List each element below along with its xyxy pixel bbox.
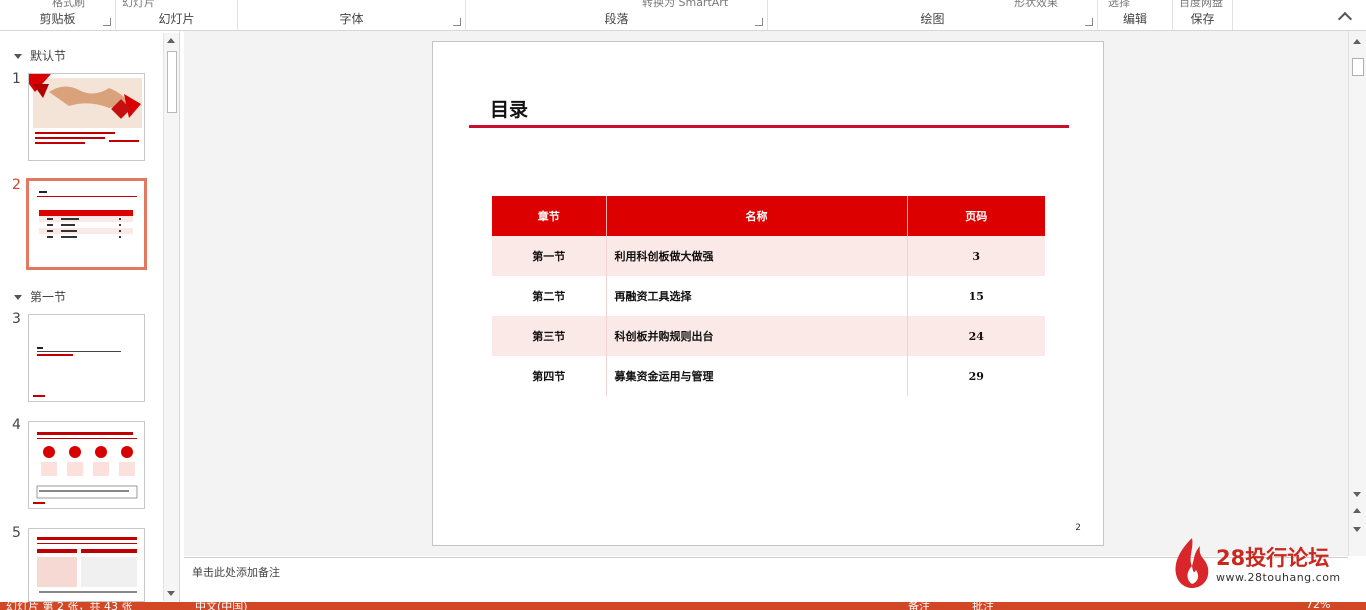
collapse-ribbon-icon[interactable] <box>1337 11 1353 27</box>
comments-toggle-button[interactable]: 批注 <box>972 602 994 610</box>
scrollbar-thumb[interactable] <box>167 51 177 113</box>
flame-logo-icon <box>1175 538 1209 588</box>
convert-smartart-button[interactable]: 转换为 SmartArt <box>642 0 728 10</box>
cell-name: 再融资工具选择 <box>605 276 907 316</box>
slide-2-preview <box>29 181 144 267</box>
table-row: 第四节 募集资金运用与管理 29 <box>492 356 1045 396</box>
ribbon-group-paragraph: 转换为 SmartArt 段落 <box>466 0 768 30</box>
ribbon-group-save: 百度网盘 保存 <box>1173 0 1233 30</box>
watermark-name: 28投行论坛 <box>1216 546 1330 570</box>
header-name: 名称 <box>605 196 907 236</box>
baidu-netdisk-button[interactable]: 百度网盘 <box>1179 0 1223 10</box>
cell-name: 科创板并购规则出台 <box>605 316 907 356</box>
slide-thumbnail-1[interactable] <box>28 73 145 161</box>
slide-thumbnail-3[interactable] <box>28 314 145 402</box>
cell-name: 募集资金运用与管理 <box>605 356 907 396</box>
ribbon-group-label: 绘图 <box>920 12 945 26</box>
slide-title[interactable]: 目录 <box>490 95 528 122</box>
ribbon-group-slides: 幻灯片 幻灯片 <box>116 0 238 30</box>
ribbon-group-label: 段落 <box>604 12 629 26</box>
ribbon-group-label: 保存 <box>1190 12 1215 26</box>
dialog-launcher-icon[interactable] <box>103 18 111 26</box>
scroll-down-icon[interactable] <box>1353 492 1361 497</box>
title-underline <box>469 125 1069 128</box>
language-status[interactable]: 中文(中国) <box>195 602 248 610</box>
slide-editing-canvas: 目录 章节 名称 页码 第一节 利用科创板做大做强 3 第二节 再融资工具选择 … <box>184 31 1348 556</box>
table-row: 第三节 科创板并购规则出台 24 <box>492 316 1045 356</box>
zoom-level[interactable]: 72% <box>1306 602 1330 610</box>
thumbnail-scrollbar[interactable] <box>163 33 179 601</box>
cell-chapter: 第三节 <box>492 316 606 356</box>
ribbon-group-clipboard: 格式刷 剪贴板 <box>0 0 116 30</box>
ribbon-group-label: 字体 <box>339 12 364 26</box>
table-of-contents[interactable]: 章节 名称 页码 第一节 利用科创板做大做强 3 第二节 再融资工具选择 15 … <box>492 196 1045 396</box>
slide-1-preview <box>29 74 144 160</box>
cell-page: 3 <box>906 236 1045 276</box>
cell-chapter: 第一节 <box>492 236 606 276</box>
slide-thumbnail-5[interactable] <box>28 528 145 602</box>
previous-slide-icon[interactable] <box>1353 508 1361 513</box>
notes-placeholder[interactable]: 单击此处添加备注 <box>192 564 280 580</box>
scroll-up-icon[interactable] <box>1353 39 1361 44</box>
ribbon-group-editing: 选择 编辑 <box>1098 0 1173 30</box>
slide-number: 2 <box>12 177 21 193</box>
slide-4-preview <box>29 422 144 508</box>
table-header-row: 章节 名称 页码 <box>492 196 1045 236</box>
header-chapter: 章节 <box>492 196 606 236</box>
cell-page: 15 <box>906 276 1045 316</box>
slide-5-preview <box>29 529 144 601</box>
slide-number: 3 <box>12 311 21 327</box>
status-bar: 幻灯片 第 2 张，共 43 张 中文(中国) 备注 批注 72% <box>0 602 1366 610</box>
section-header-default[interactable]: 默认节 <box>14 47 66 64</box>
slide-page-number: 2 <box>1075 523 1081 533</box>
new-slide-button[interactable]: 幻灯片 <box>122 0 155 10</box>
current-slide[interactable]: 目录 章节 名称 页码 第一节 利用科创板做大做强 3 第二节 再融资工具选择 … <box>432 41 1104 546</box>
table-row: 第二节 再融资工具选择 15 <box>492 276 1045 316</box>
slide-count-status: 幻灯片 第 2 张，共 43 张 <box>6 602 133 610</box>
slide-thumbnail-2[interactable] <box>26 178 147 270</box>
dialog-launcher-icon[interactable] <box>453 18 461 26</box>
format-painter-button[interactable]: 格式刷 <box>52 0 85 10</box>
collapse-section-icon[interactable] <box>14 54 22 59</box>
collapse-section-icon[interactable] <box>14 295 22 300</box>
ribbon: 格式刷 剪贴板 幻灯片 幻灯片 字体 转换为 SmartArt 段落 形状效果 … <box>0 0 1366 31</box>
next-slide-icon[interactable] <box>1353 527 1361 532</box>
select-button[interactable]: 选择 <box>1108 0 1130 10</box>
watermark-url: www.28touhang.com <box>1216 571 1341 584</box>
dialog-launcher-icon[interactable] <box>1085 18 1093 26</box>
slide-3-preview <box>29 315 144 401</box>
cell-page: 24 <box>906 316 1045 356</box>
ribbon-group-label: 编辑 <box>1122 12 1147 26</box>
cell-page: 29 <box>906 356 1045 396</box>
slide-thumbnail-4[interactable] <box>28 421 145 509</box>
header-page: 页码 <box>906 196 1045 236</box>
notes-toggle-button[interactable]: 备注 <box>908 602 930 610</box>
watermark: 28投行论坛 www.28touhang.com <box>1172 536 1352 588</box>
cell-chapter: 第四节 <box>492 356 606 396</box>
scroll-up-icon[interactable] <box>167 38 175 43</box>
slide-thumbnail-pane: 默认节 1 2 第一节 3 4 5 <box>0 31 180 602</box>
ribbon-group-label: 剪贴板 <box>39 12 76 26</box>
canvas-scrollbar[interactable] <box>1348 31 1366 556</box>
ribbon-group-label: 幻灯片 <box>158 12 195 26</box>
section-header-first[interactable]: 第一节 <box>14 288 66 305</box>
cell-name: 利用科创板做大做强 <box>605 236 907 276</box>
dialog-launcher-icon[interactable] <box>755 18 763 26</box>
slide-number: 5 <box>12 525 21 541</box>
slide-number: 4 <box>12 417 21 433</box>
scroll-down-icon[interactable] <box>167 591 175 596</box>
cell-chapter: 第二节 <box>492 276 606 316</box>
ribbon-group-font: 字体 <box>238 0 466 30</box>
ribbon-group-drawing: 形状效果 绘图 <box>768 0 1098 30</box>
slide-number: 1 <box>12 71 21 87</box>
scrollbar-thumb[interactable] <box>1352 58 1364 76</box>
table-row: 第一节 利用科创板做大做强 3 <box>492 236 1045 276</box>
shape-effects-button[interactable]: 形状效果 <box>1014 0 1058 10</box>
